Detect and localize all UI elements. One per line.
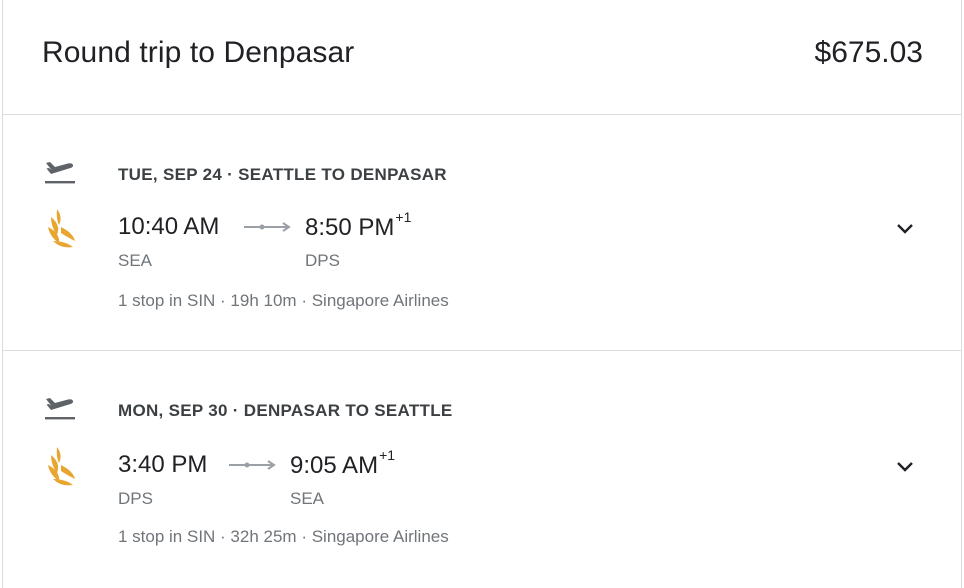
singapore-airlines-logo [48, 447, 75, 486]
arrive-time: 9:05 AM+1 [290, 447, 396, 479]
flight-details: 1 stop in SIN · 19h 10m · Singapore Airl… [118, 291, 449, 310]
chevron-down-icon [897, 462, 913, 472]
expand-leg-button[interactable] [889, 451, 921, 483]
leg-date-route: TUE, SEP 24 · SEATTLE TO DENPASAR [118, 165, 447, 184]
flight-leg-outbound[interactable]: TUE, SEP 24 · SEATTLE TO DENPASAR 10:40 … [3, 115, 961, 351]
trip-title: Round trip to Denpasar [42, 36, 355, 69]
day-offset: +1 [379, 447, 396, 463]
origin-code: DPS [118, 489, 153, 508]
depart-time: 3:40 PM [118, 451, 208, 478]
trip-summary-card: Round trip to Denpasar $675.03 TUE, SEP … [2, 0, 962, 588]
depart-time: 10:40 AM [118, 213, 220, 240]
arrive-time: 8:50 PM+1 [305, 209, 412, 241]
takeoff-icon [45, 162, 75, 184]
flight-details: 1 stop in SIN · 32h 25m · Singapore Airl… [118, 527, 449, 546]
leg-date-route: MON, SEP 30 · DENPASAR TO SEATTLE [118, 401, 453, 420]
arrow-right-icon [229, 460, 276, 470]
trip-price: $675.03 [814, 36, 923, 69]
destination-code: DPS [305, 251, 340, 270]
origin-code: SEA [118, 251, 153, 270]
chevron-down-icon [897, 224, 913, 234]
trip-header: Round trip to Denpasar $675.03 [3, 0, 961, 115]
singapore-airlines-logo [48, 209, 75, 248]
destination-code: SEA [290, 489, 325, 508]
arrow-right-icon [244, 222, 291, 232]
flight-leg-return[interactable]: MON, SEP 30 · DENPASAR TO SEATTLE 3:40 P… [3, 351, 961, 587]
takeoff-icon [45, 398, 75, 420]
expand-leg-button[interactable] [889, 213, 921, 245]
day-offset: +1 [395, 209, 412, 225]
